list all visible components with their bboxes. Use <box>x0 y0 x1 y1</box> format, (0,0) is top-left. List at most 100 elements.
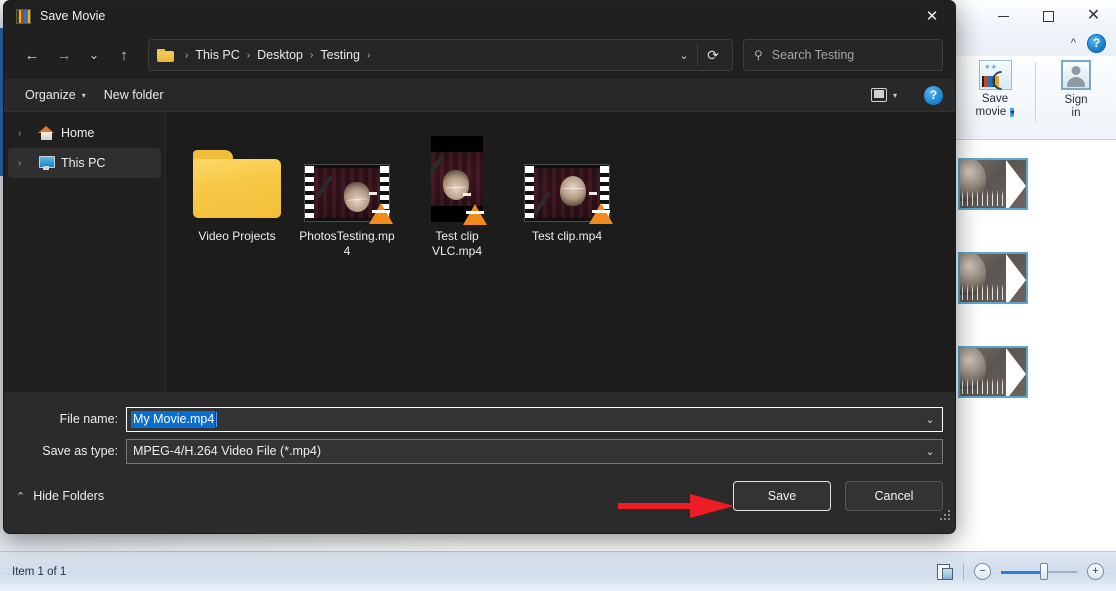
help-icon[interactable]: ? <box>1087 33 1106 53</box>
film-strip-icon <box>16 8 31 24</box>
recent-locations-button[interactable]: ⌄ <box>80 39 108 71</box>
hide-folders-label: Hide Folders <box>33 489 105 503</box>
zoom-in-button[interactable]: + <box>1087 563 1104 580</box>
computer-icon <box>38 156 55 170</box>
dialog-footer: ⌃ Hide Folders Save Cancel <box>4 468 955 524</box>
dialog-title-bar: Save Movie ✕ <box>4 1 955 31</box>
zoom-slider[interactable] <box>1001 563 1077 580</box>
dialog-close-button[interactable]: ✕ <box>909 1 955 31</box>
sign-in-label-line2: in <box>1071 107 1081 119</box>
dialog-navigation-bar: ← → ⌄ ↑ › This PC › Desktop › Testing › … <box>4 31 955 79</box>
storyboard-clip[interactable] <box>958 158 1028 210</box>
save-movie-caret-icon[interactable]: ▾ <box>1010 108 1015 117</box>
file-list[interactable]: Video Projects PhotosTesting.mp4 Test cl… <box>166 112 955 392</box>
view-options-button[interactable]: ▾ <box>862 83 906 107</box>
navigation-pane: › Home › This PC <box>4 112 166 392</box>
breadcrumb-this-pc[interactable]: This PC <box>193 48 241 62</box>
chevron-down-icon[interactable]: ⌄ <box>918 413 942 426</box>
save-movie-label-line1: Save <box>981 93 1009 105</box>
breadcrumb-testing[interactable]: Testing <box>318 48 362 62</box>
video-thumbnail <box>524 164 613 224</box>
save-as-type-select[interactable]: MPEG-4/H.264 Video File (*.mp4) ⌄ <box>126 438 943 464</box>
save-as-type-label: Save as type: <box>42 444 118 458</box>
chevron-right-icon[interactable]: › <box>18 128 31 139</box>
text-caret <box>216 411 218 427</box>
minimize-button[interactable] <box>981 0 1026 32</box>
ribbon-group-save: ✦✦ Save movie ▾ <box>955 56 1035 140</box>
save-movie-dialog: Save Movie ✕ ← → ⌄ ↑ › This PC › Desktop… <box>3 0 956 534</box>
folder-icon <box>157 48 174 62</box>
ribbon-group-signin: Sign in <box>1036 56 1116 140</box>
resize-grip[interactable] <box>940 510 950 520</box>
search-box[interactable]: ⚲ Search Testing <box>743 39 943 71</box>
organize-label: Organize <box>25 88 76 102</box>
sidebar-item-this-pc[interactable]: › This PC <box>8 148 161 178</box>
chevron-down-icon[interactable]: ⌄ <box>918 445 942 458</box>
back-button[interactable]: ← <box>16 39 48 71</box>
address-dropdown-icon[interactable]: ⌄ <box>671 40 697 70</box>
dialog-title: Save Movie <box>40 9 106 23</box>
maximize-button[interactable] <box>1026 0 1071 32</box>
breadcrumb-separator: › <box>366 49 371 61</box>
screen: ✕ ^ ? f ▲ ▼ ▽ Share <box>0 0 1116 591</box>
storyboard-clip[interactable] <box>958 252 1028 304</box>
file-name-label: File name: <box>59 412 118 426</box>
chevron-right-icon[interactable]: › <box>18 158 31 169</box>
list-item[interactable]: Test clip VLC.mp4 <box>402 126 512 259</box>
storyboard-clip[interactable] <box>958 346 1028 398</box>
save-movie-label-line2: movie <box>975 106 1007 118</box>
refresh-icon[interactable]: ⟳ <box>698 40 728 70</box>
user-icon <box>1061 60 1091 90</box>
sidebar-item-label: This PC <box>61 156 106 170</box>
close-button[interactable]: ✕ <box>1071 0 1116 32</box>
breadcrumb-separator: › <box>185 49 189 61</box>
chevron-down-icon: ▾ <box>892 90 897 100</box>
save-movie-button[interactable]: ✦✦ Save movie ▾ <box>963 60 1027 119</box>
status-bar: Item 1 of 1 − + <box>0 551 1116 591</box>
file-name-row: File name: My Movie.mp4 ⌄ <box>4 406 955 432</box>
hide-folders-button[interactable]: ⌃ Hide Folders <box>16 489 104 503</box>
chevron-up-icon: ⌃ <box>16 490 26 503</box>
view-icon <box>870 88 887 102</box>
dialog-form: File name: My Movie.mp4 ⌄ Save as type: … <box>4 392 955 468</box>
address-bar[interactable]: › This PC › Desktop › Testing › ⌄ ⟳ <box>148 39 733 71</box>
search-icon: ⚲ <box>754 48 763 62</box>
chevron-down-icon: ▾ <box>81 90 86 100</box>
sidebar-item-label: Home <box>61 126 95 140</box>
zoom-out-button[interactable]: − <box>974 563 991 580</box>
list-item[interactable]: Video Projects <box>182 126 292 259</box>
vlc-cone-icon <box>589 192 613 224</box>
file-name-label: PhotosTesting.mp4 <box>299 229 395 258</box>
file-name-label: Test clip.mp4 <box>531 229 603 243</box>
folder-icon <box>193 150 281 218</box>
file-name-value: My Movie.mp4 <box>131 410 216 428</box>
sign-in-button[interactable]: Sign in <box>1044 60 1108 120</box>
help-icon[interactable]: ? <box>924 85 943 105</box>
forward-button[interactable]: → <box>48 39 80 71</box>
search-placeholder: Search Testing <box>771 48 855 62</box>
file-name-input[interactable]: My Movie.mp4 ⌄ <box>126 406 943 432</box>
vlc-cone-icon <box>369 192 393 224</box>
storyboard-view-icon[interactable] <box>937 563 953 580</box>
video-thumbnail <box>304 164 393 224</box>
breadcrumb-separator: › <box>246 49 251 61</box>
cancel-button[interactable]: Cancel <box>845 481 943 511</box>
list-item[interactable]: PhotosTesting.mp4 <box>292 126 402 259</box>
vlc-cone-icon <box>463 193 487 225</box>
video-thumbnail <box>431 136 487 225</box>
file-name-label: Test clip VLC.mp4 <box>431 229 483 258</box>
ribbon-collapse-icon[interactable]: ^ <box>1071 37 1076 49</box>
breadcrumb-separator: › <box>310 49 314 61</box>
organize-button[interactable]: Organize ▾ <box>16 83 95 107</box>
list-item[interactable]: Test clip.mp4 <box>512 126 622 259</box>
save-button[interactable]: Save <box>733 481 831 511</box>
new-folder-button[interactable]: New folder <box>95 83 173 107</box>
dialog-body: › Home › This PC Video Projects PhotosTe… <box>4 112 955 392</box>
breadcrumb-desktop[interactable]: Desktop <box>255 48 305 62</box>
home-icon <box>38 126 54 140</box>
sidebar-item-home[interactable]: › Home <box>8 118 161 148</box>
item-count-label: Item 1 of 1 <box>12 565 67 578</box>
ribbon-help-row: ^ ? <box>956 30 1116 56</box>
file-name-label: Video Projects <box>198 229 276 243</box>
up-button[interactable]: ↑ <box>108 39 140 71</box>
